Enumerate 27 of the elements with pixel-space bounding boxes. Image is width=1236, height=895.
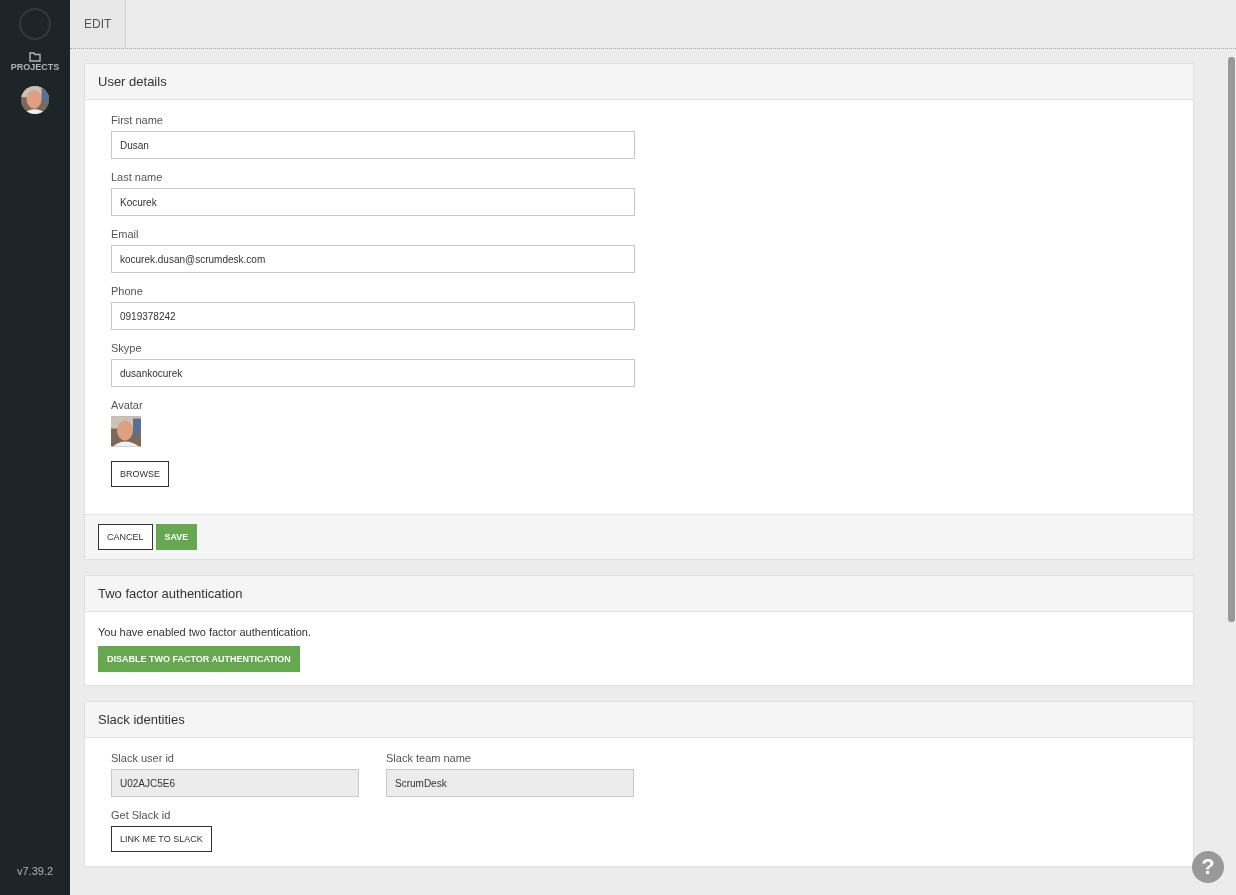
folder-icon: [29, 52, 41, 62]
tab[interactable]: EDIT: [70, 0, 127, 48]
link-slack-button[interactable]: LINK ME TO SLACK: [111, 826, 212, 852]
input-field[interactable]: 0919378242: [111, 302, 635, 330]
input-field[interactable]: Kocurek: [111, 188, 635, 216]
field-label: Avatar: [111, 399, 144, 411]
cancel-button[interactable]: CANCEL: [98, 524, 153, 550]
sidebar-item[interactable]: PROJECTS: [10, 52, 60, 72]
scrollbar[interactable]: [1228, 57, 1235, 622]
card-header: Slack identities: [85, 702, 1193, 738]
browse-button[interactable]: BROWSE: [111, 461, 169, 487]
input-field[interactable]: kocurek.dusan@scrumdesk.com: [111, 245, 635, 273]
logo-icon[interactable]: [19, 8, 51, 40]
field-label: Skype: [111, 342, 143, 354]
status-message: You have enabled two factor authentication.: [98, 626, 313, 638]
field-label: Slack user id: [111, 752, 175, 764]
input-field[interactable]: dusankocurek: [111, 359, 635, 387]
version-label: v7.39.2: [16, 865, 54, 877]
field-label: Phone: [111, 285, 144, 297]
field-label: Last name: [111, 171, 164, 183]
card-header: User details: [85, 64, 1193, 100]
field-label: Get Slack id: [111, 809, 172, 821]
card-header: Two factor authentication: [85, 576, 1193, 612]
field-label: First name: [111, 114, 164, 126]
input-field[interactable]: Dusan: [111, 131, 635, 159]
field-label: Email: [111, 228, 140, 240]
field-label: Slack team name: [386, 752, 472, 764]
